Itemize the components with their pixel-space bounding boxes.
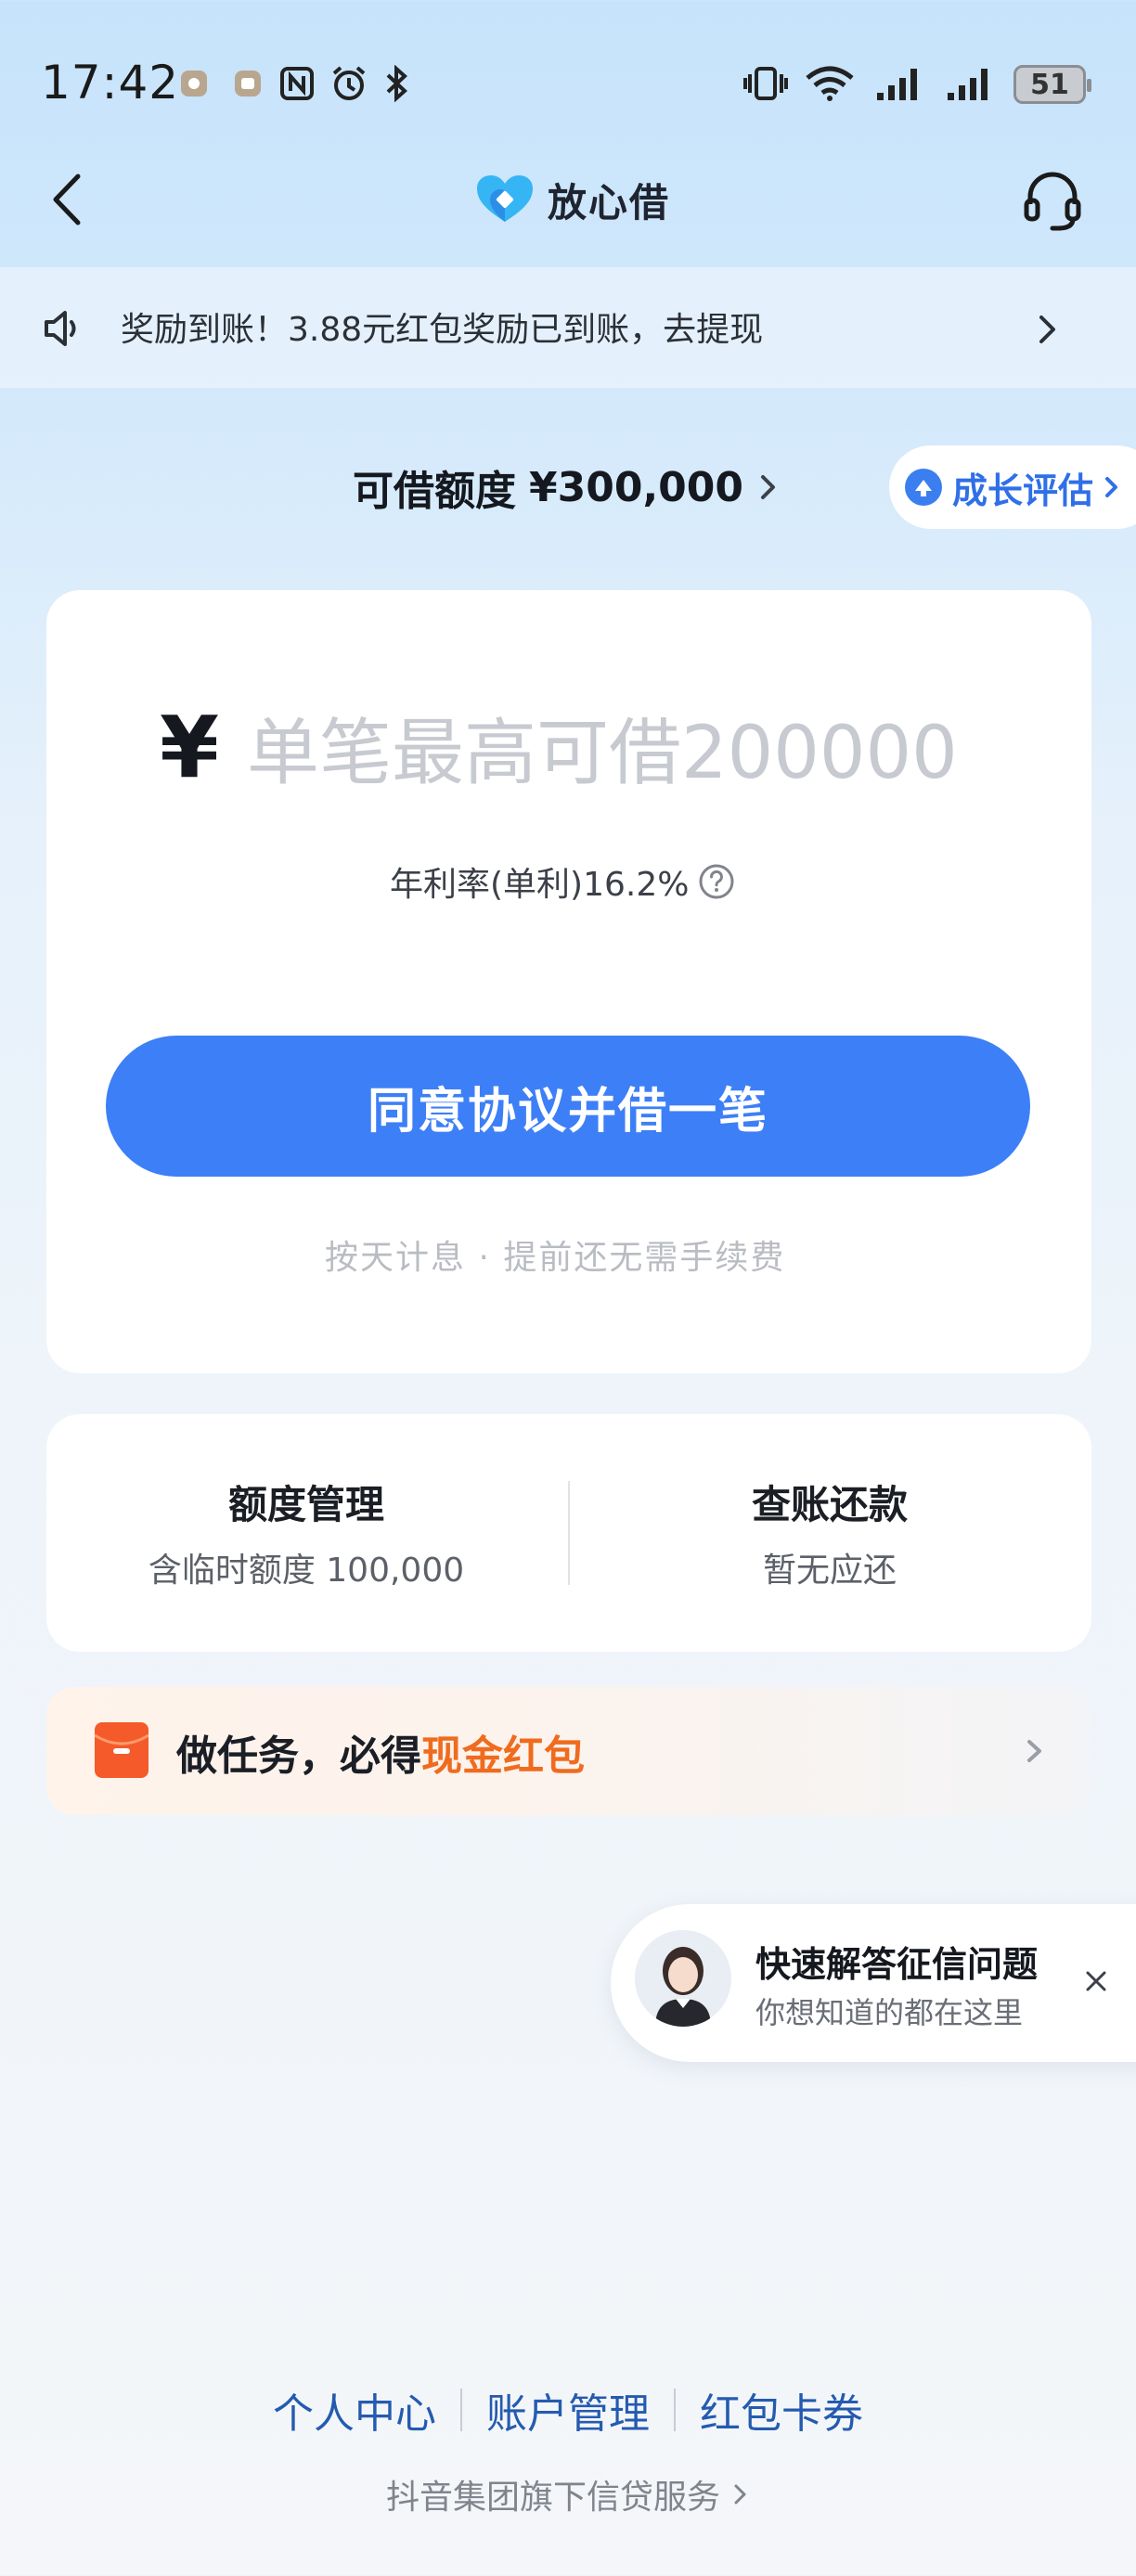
- loan-amount-input[interactable]: ¥ 单笔最高可借200000: [160, 687, 958, 807]
- red-envelope-icon: [94, 1722, 149, 1778]
- battery-level: 51: [1030, 68, 1069, 101]
- tip-title: 快速解答征信问题: [755, 1944, 1039, 1985]
- notification-icon: [178, 65, 210, 102]
- tip-subtitle: 你想知道的都在这里: [755, 1995, 1024, 2030]
- wifi-icon: [804, 65, 856, 102]
- footer-link-coupons[interactable]: 红包卡券: [700, 2380, 863, 2440]
- currency-symbol: ¥: [160, 697, 220, 797]
- chevron-right-icon: [1105, 477, 1118, 497]
- help-icon[interactable]: [698, 863, 735, 900]
- task-text-highlight: 现金红包: [421, 1732, 585, 1780]
- signal-icon: [945, 65, 997, 102]
- close-icon[interactable]: [1080, 1965, 1112, 1997]
- notice-text[interactable]: 奖励到账！3.88元红包奖励已到账，去提现: [121, 303, 763, 351]
- vibrate-icon: [742, 65, 789, 102]
- credit-management-title: 额度管理: [227, 1482, 384, 1527]
- credit-limit-label: 可借额度: [353, 468, 516, 515]
- credit-limit[interactable]: 可借额度 ¥300,000: [353, 455, 781, 520]
- notification-icon: [232, 65, 264, 102]
- repayment-status-text: 暂无应还: [762, 1552, 897, 1590]
- footer-link-personal-center[interactable]: 个人中心: [273, 2380, 436, 2440]
- task-text[interactable]: 做任务，必得现金红包: [176, 1722, 585, 1782]
- loan-amount-placeholder[interactable]: 单笔最高可借200000: [247, 695, 958, 799]
- status-time: 17:42: [41, 56, 180, 109]
- battery-indicator: 51: [1013, 65, 1091, 104]
- credit-limit-value: ¥300,000: [529, 463, 744, 511]
- bill-repayment-title: 查账还款: [751, 1482, 908, 1527]
- footer-separator: [460, 2389, 462, 2431]
- footer-link-account-management[interactable]: 账户管理: [486, 2380, 650, 2440]
- assistant-avatar: [635, 1930, 731, 2027]
- back-button[interactable]: [45, 167, 91, 232]
- growth-assessment-label: 成长评估: [952, 470, 1094, 511]
- chevron-left-icon: [53, 174, 81, 225]
- app-logo-icon: [477, 175, 533, 222]
- chevron-right-icon[interactable]: [1021, 1730, 1049, 1772]
- credit-management-button[interactable]: 额度管理 含临时额度 100,000: [56, 1474, 557, 1604]
- speaker-icon: [43, 308, 85, 349]
- footer-separator: [674, 2389, 676, 2431]
- signal-icon: [874, 65, 926, 102]
- chevron-right-icon: [761, 475, 776, 499]
- growth-icon: [905, 469, 942, 506]
- chevron-right-icon[interactable]: [1028, 306, 1065, 353]
- customer-service-button[interactable]: [1019, 167, 1086, 234]
- temporary-credit-text: 含临时额度 100,000: [148, 1552, 465, 1590]
- borrow-button[interactable]: 同意协议并借一笔: [106, 1036, 1030, 1177]
- footer-note-text: 抖音集团旗下信贷服务: [385, 2479, 720, 2517]
- app-title: 放心借: [475, 167, 670, 232]
- headset-icon: [1024, 172, 1081, 231]
- footer-note[interactable]: 抖音集团旗下信贷服务: [0, 2470, 1136, 2518]
- borrow-subtext: 按天计息 · 提前还无需手续费: [325, 1239, 786, 1277]
- bluetooth-icon: [382, 65, 412, 102]
- alarm-icon: [329, 65, 369, 102]
- growth-assessment-button[interactable]: 成长评估: [889, 445, 1136, 529]
- nfc-icon: [278, 65, 316, 102]
- app-title-text: 放心借: [548, 179, 671, 225]
- task-text-prefix: 做任务，必得: [176, 1732, 421, 1780]
- interest-rate: 年利率(单利)16.2%: [390, 854, 735, 909]
- divider: [568, 1481, 570, 1585]
- interest-rate-text: 年利率(单利)16.2%: [390, 866, 690, 904]
- footer-links: 个人中心 账户管理 红包卡券: [0, 2377, 1136, 2442]
- chevron-right-icon: [734, 2484, 746, 2505]
- bill-repayment-button[interactable]: 查账还款 暂无应还: [579, 1474, 1080, 1604]
